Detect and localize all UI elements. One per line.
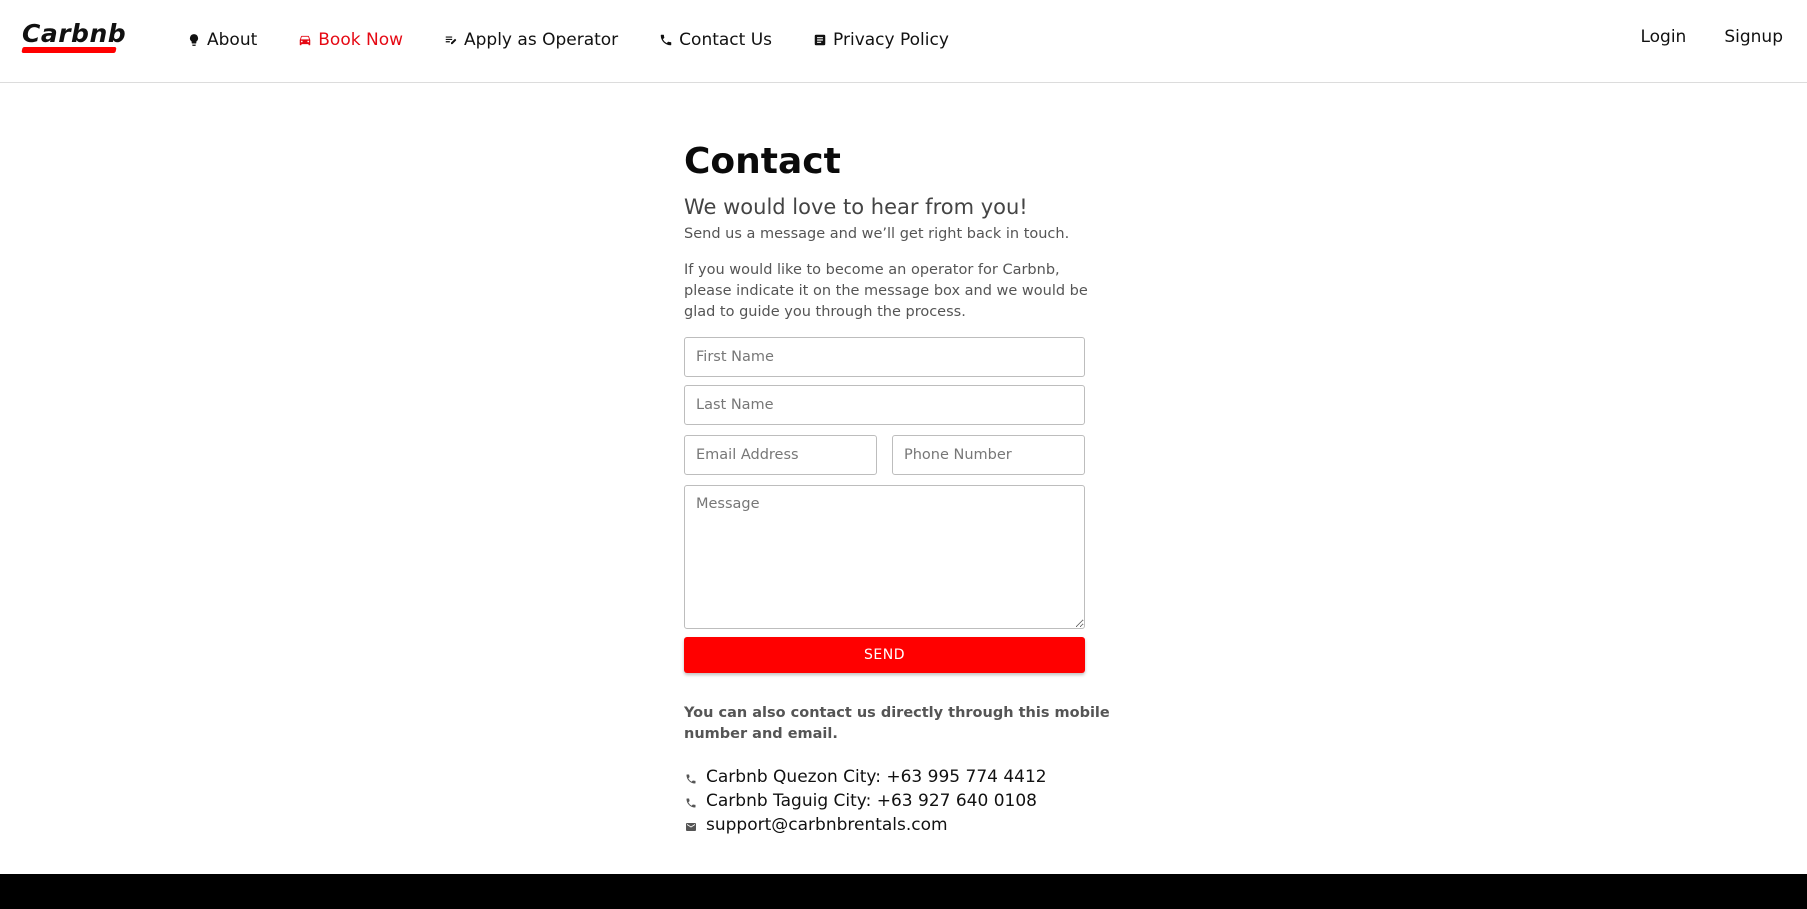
lightbulb-icon	[186, 33, 201, 48]
phone-input[interactable]	[892, 435, 1085, 475]
signup-link[interactable]: Signup	[1724, 27, 1783, 47]
edit-note-icon	[443, 33, 458, 48]
contact-text: Carbnb Taguig City: +63 927 640 0108	[706, 791, 1037, 811]
operator-info: If you would like to become an operator …	[684, 262, 1088, 320]
carbnb-logo[interactable]: Carbnb	[21, 19, 127, 56]
login-link[interactable]: Login	[1640, 27, 1686, 47]
contact-line-quezon: Carbnb Quezon City: +63 995 774 4412	[684, 765, 1134, 789]
contact-text: support@carbnbrentals.com	[706, 815, 948, 835]
phone-icon	[658, 33, 673, 48]
email-phone-row	[684, 435, 1085, 475]
nav-item-apply-operator[interactable]: Apply as Operator	[443, 30, 618, 50]
contact-list: Carbnb Quezon City: +63 995 774 4412 Car…	[684, 765, 1134, 837]
last-name-input[interactable]	[684, 385, 1085, 425]
direct-contact-text: You can also contact us directly through…	[684, 705, 1110, 742]
document-icon	[812, 33, 827, 48]
nav-item-book-now[interactable]: Book Now	[297, 30, 403, 50]
mail-icon	[684, 820, 698, 834]
footer-bar	[0, 874, 1807, 909]
nav-label: Apply as Operator	[464, 30, 619, 50]
contact-lead: Send us a message and we’ll get right ba…	[684, 226, 1070, 242]
contact-text: Carbnb Quezon City: +63 995 774 4412	[706, 767, 1047, 787]
message-textarea[interactable]	[684, 485, 1085, 629]
nav-label: Book Now	[318, 30, 403, 50]
nav-item-privacy-policy[interactable]: Privacy Policy	[812, 30, 949, 50]
main-nav: About Book Now Apply as Operator Contact…	[186, 27, 989, 53]
car-icon	[297, 33, 312, 48]
auth-links: Login Signup	[1602, 27, 1783, 47]
nav-item-about[interactable]: About	[186, 30, 257, 50]
nav-label: Privacy Policy	[833, 30, 949, 50]
logo-text: Carbnb	[22, 19, 127, 48]
top-navbar: Carbnb About Book Now Apply as Operator	[0, 0, 1807, 83]
logo-underline	[21, 47, 117, 53]
contact-line-email: support@carbnbrentals.com	[684, 813, 1134, 837]
contact-subtitle: We would love to hear from you!	[684, 195, 1028, 219]
phone-icon	[684, 772, 698, 786]
contact-form: SEND	[684, 337, 1085, 673]
page-title: Contact	[684, 141, 841, 182]
nav-item-contact-us[interactable]: Contact Us	[658, 30, 772, 50]
contact-line-taguig: Carbnb Taguig City: +63 927 640 0108	[684, 789, 1134, 813]
email-input[interactable]	[684, 435, 877, 475]
first-name-input[interactable]	[684, 337, 1085, 377]
nav-label: About	[207, 30, 258, 50]
contact-section: Contact We would love to hear from you! …	[684, 140, 1134, 837]
phone-icon	[684, 796, 698, 810]
send-button[interactable]: SEND	[684, 637, 1085, 673]
nav-label: Contact Us	[679, 30, 773, 50]
